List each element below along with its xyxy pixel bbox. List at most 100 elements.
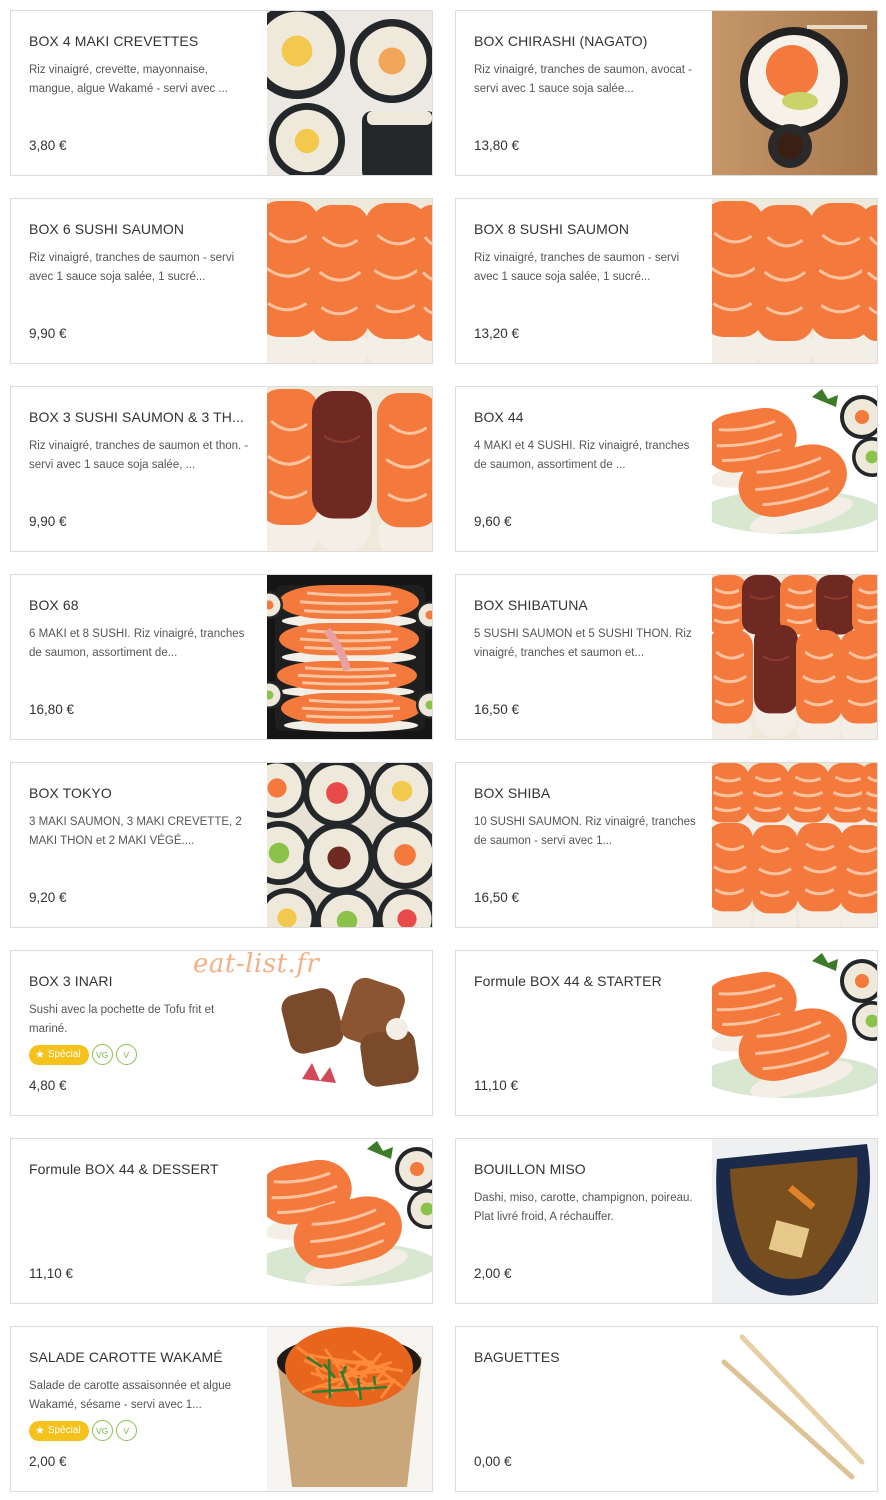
menu-item-card[interactable]: BOX TOKYO 3 MAKI SAUMON, 3 MAKI CREVETTE…: [10, 762, 433, 928]
menu-item-info: BOX 4 MAKI CREVETTES Riz vinaigré, creve…: [29, 33, 249, 99]
menu-item-price: 0,00 €: [474, 1454, 512, 1469]
menu-item-price: 11,10 €: [474, 1078, 519, 1093]
menu-item-description: Dashi, miso, carotte, champignon, poirea…: [474, 1192, 693, 1223]
menu-item-description: Riz vinaigré, tranches de saumon, avocat…: [474, 64, 692, 95]
menu-item-description: 3 MAKI SAUMON, 3 MAKI CREVETTE, 2 MAKI T…: [29, 816, 242, 847]
menu-item-price: 9,60 €: [474, 514, 512, 529]
menu-item-title: BOX 44: [474, 409, 524, 425]
menu-item-card[interactable]: BAGUETTES 0,00 €: [455, 1326, 878, 1492]
menu-item-title: Formule BOX 44 & STARTER: [474, 973, 662, 989]
salmon-tuna-sushi-photo: [267, 387, 432, 551]
menu-item-price: 9,20 €: [29, 890, 67, 905]
menu-item-info: Formule BOX 44 & DESSERT: [29, 1161, 249, 1189]
menu-item-description: Riz vinaigré, tranches de saumon et thon…: [29, 440, 249, 471]
menu-item-description: 10 SUSHI SAUMON. Riz vinaigré, tranches …: [474, 816, 696, 847]
menu-item-price: 3,80 €: [29, 138, 67, 153]
menu-item-description: Riz vinaigré, crevette, mayonnaise, mang…: [29, 64, 228, 95]
miso-soup-photo: [712, 1139, 877, 1303]
menu-item-title: BAGUETTES: [474, 1349, 560, 1365]
menu-item-title: BOUILLON MISO: [474, 1161, 586, 1177]
menu-item-info: BOX 44 4 MAKI et 4 SUSHI. Riz vinaigré, …: [474, 409, 694, 475]
vegetarian-badge: V: [115, 1420, 137, 1441]
special-badge-label: Spécial: [47, 1425, 81, 1436]
menu-item-card[interactable]: BOX 3 SUSHI SAUMON & 3 TH... Riz vinaigr…: [10, 386, 433, 552]
menu-item-title: BOX 3 SUSHI SAUMON & 3 TH...: [29, 409, 244, 425]
vegan-badge: VG: [91, 1044, 113, 1065]
salmon-sushi-photo: [712, 199, 877, 363]
star-icon: ★: [35, 1425, 45, 1437]
special-badge: ★ Spécial: [29, 1044, 89, 1065]
sushi-maki-plate-photo: [267, 1139, 432, 1303]
menu-item-description: 4 MAKI et 4 SUSHI. Riz vinaigré, tranche…: [474, 440, 690, 471]
menu-item-description: Riz vinaigré, tranches de saumon - servi…: [29, 252, 235, 283]
menu-item-title: BOX 68: [29, 597, 79, 613]
menu-item-card[interactable]: BOX 44 4 MAKI et 4 SUSHI. Riz vinaigré, …: [455, 386, 878, 552]
menu-item-title: BOX 4 MAKI CREVETTES: [29, 33, 199, 49]
menu-item-card[interactable]: SALADE CAROTTE WAKAMÉ Salade de carotte …: [10, 1326, 433, 1492]
vegan-badge: VG: [91, 1420, 113, 1441]
menu-item-card[interactable]: BOX 4 MAKI CREVETTES Riz vinaigré, creve…: [10, 10, 433, 176]
menu-item-card[interactable]: BOX SHIBATUNA 5 SUSHI SAUMON et 5 SUSHI …: [455, 574, 878, 740]
menu-item-price: 9,90 €: [29, 326, 67, 341]
vegetarian-badge: V: [115, 1044, 137, 1065]
sushi-box-photo: [267, 575, 432, 739]
menu-item-card[interactable]: BOX 8 SUSHI SAUMON Riz vinaigré, tranche…: [455, 198, 878, 364]
menu-item-card[interactable]: BOX 6 SUSHI SAUMON Riz vinaigré, tranche…: [10, 198, 433, 364]
sushi-maki-plate-photo: [712, 951, 877, 1115]
maki-assortment-photo: [267, 763, 432, 927]
menu-item-price: 11,10 €: [29, 1266, 74, 1281]
menu-item-price: 16,50 €: [474, 702, 520, 717]
salmon-sushi-rows-photo: [712, 763, 877, 927]
menu-item-title: BOX 8 SUSHI SAUMON: [474, 221, 630, 237]
menu-item-price: 2,00 €: [474, 1266, 512, 1281]
menu-item-price: 16,50 €: [474, 890, 520, 905]
menu-item-title: BOX SHIBA: [474, 785, 551, 801]
menu-item-info: BOX SHIBATUNA 5 SUSHI SAUMON et 5 SUSHI …: [474, 597, 694, 663]
menu-item-info: BOX 6 SUSHI SAUMON Riz vinaigré, tranche…: [29, 221, 249, 287]
menu-item-info: BOX 8 SUSHI SAUMON Riz vinaigré, tranche…: [474, 221, 694, 287]
sushi-maki-plate-photo: [712, 387, 877, 551]
menu-item-title: BOX SHIBATUNA: [474, 597, 588, 613]
menu-item-price: 13,80 €: [474, 138, 520, 153]
menu-item-card[interactable]: BOUILLON MISO Dashi, miso, carotte, cham…: [455, 1138, 878, 1304]
menu-item-price: 16,80 €: [29, 702, 75, 717]
menu-item-info: BOX CHIRASHI (NAGATO) Riz vinaigré, tran…: [474, 33, 694, 99]
menu-item-description: 6 MAKI et 8 SUSHI. Riz vinaigré, tranche…: [29, 628, 245, 659]
menu-item-price: 2,00 €: [29, 1454, 67, 1469]
menu-item-card[interactable]: BOX SHIBA 10 SUSHI SAUMON. Riz vinaigré,…: [455, 762, 878, 928]
menu-item-info: BOX 68 6 MAKI et 8 SUSHI. Riz vinaigré, …: [29, 597, 249, 663]
menu-item-info: Formule BOX 44 & STARTER: [474, 973, 694, 1001]
menu-item-price: 13,20 €: [474, 326, 520, 341]
special-badge: ★ Spécial: [29, 1420, 89, 1441]
carrot-salad-photo: [267, 1327, 432, 1491]
menu-item-info: SALADE CAROTTE WAKAMÉ Salade de carotte …: [29, 1349, 249, 1415]
star-icon: ★: [35, 1049, 45, 1061]
menu-item-title: SALADE CAROTTE WAKAMÉ: [29, 1349, 223, 1365]
chirashi-bowl-photo: [712, 11, 877, 175]
menu-item-price: 4,80 €: [29, 1078, 67, 1093]
menu-item-card[interactable]: Formule BOX 44 & STARTER 11,10 €: [455, 950, 878, 1116]
menu-item-title: BOX 6 SUSHI SAUMON: [29, 221, 185, 237]
diet-badges: ★ Spécial VG V: [29, 1420, 137, 1441]
chopsticks-photo: [712, 1327, 877, 1491]
menu-item-info: BOUILLON MISO Dashi, miso, carotte, cham…: [474, 1161, 694, 1227]
menu-item-info: BAGUETTES: [474, 1349, 694, 1377]
menu-item-description: Salade de carotte assaisonnée et algue W…: [29, 1380, 232, 1411]
menu-item-info: BOX SHIBA 10 SUSHI SAUMON. Riz vinaigré,…: [474, 785, 696, 851]
menu-item-title: Formule BOX 44 & DESSERT: [29, 1161, 219, 1177]
menu-item-title: BOX TOKYO: [29, 785, 112, 801]
maki-shrimp-photo: [267, 11, 432, 175]
menu-item-card[interactable]: Formule BOX 44 & DESSERT 11,10 €: [10, 1138, 433, 1304]
watermark: eat-list.fr: [193, 949, 320, 979]
menu-item-card[interactable]: BOX 68 6 MAKI et 8 SUSHI. Riz vinaigré, …: [10, 574, 433, 740]
menu-item-card[interactable]: BOX CHIRASHI (NAGATO) Riz vinaigré, tran…: [455, 10, 878, 176]
menu-item-description: Sushi avec la pochette de Tofu frit et m…: [29, 1004, 215, 1035]
diet-badges: ★ Spécial VG V: [29, 1044, 137, 1065]
menu-item-title: BOX CHIRASHI (NAGATO): [474, 33, 648, 49]
menu-item-description: 5 SUSHI SAUMON et 5 SUSHI THON. Riz vina…: [474, 628, 692, 659]
menu-item-description: Riz vinaigré, tranches de saumon - servi…: [474, 252, 680, 283]
menu-item-info: BOX TOKYO 3 MAKI SAUMON, 3 MAKI CREVETTE…: [29, 785, 249, 851]
salmon-sushi-photo: [267, 199, 432, 363]
special-badge-label: Spécial: [47, 1049, 81, 1060]
menu-item-price: 9,90 €: [29, 514, 67, 529]
